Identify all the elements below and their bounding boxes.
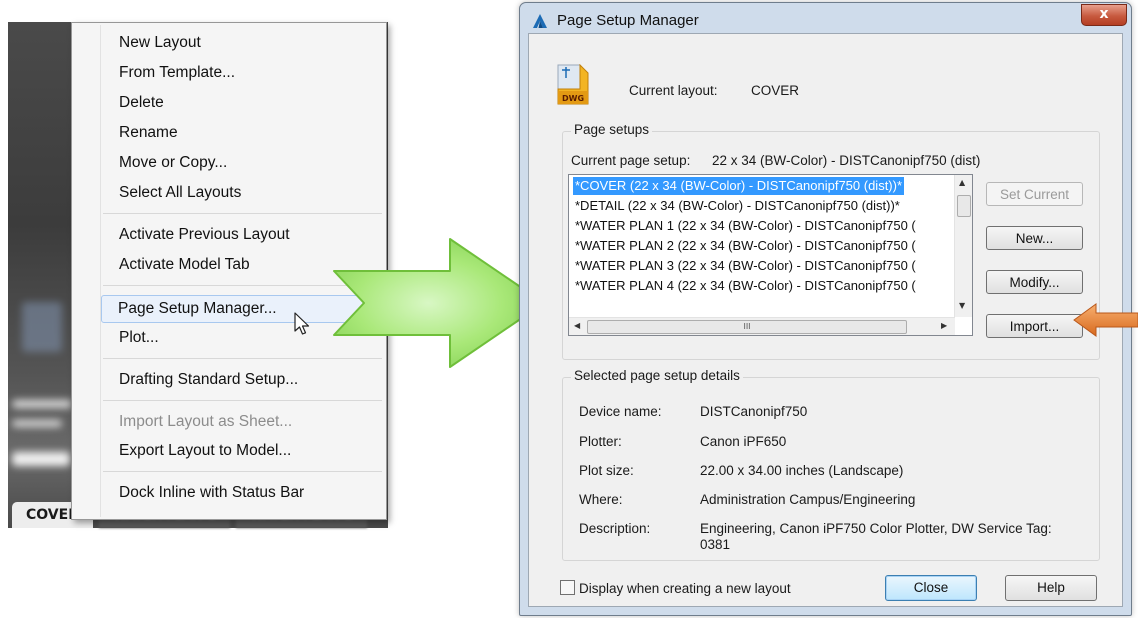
scroll-left-arrow-icon[interactable]: ◀ bbox=[574, 321, 580, 330]
page-setups-list[interactable]: *COVER (22 x 34 (BW-Color) - DISTCanonip… bbox=[568, 174, 973, 336]
current-layout-value: COVER bbox=[751, 83, 800, 98]
current-page-setup-value: 22 x 34 (BW-Color) - DISTCanonipf750 (di… bbox=[712, 153, 981, 168]
where-label: Where: bbox=[579, 492, 623, 507]
horizontal-scroll-thumb[interactable]: III bbox=[587, 320, 907, 334]
menu-item-delete[interactable]: Delete bbox=[103, 89, 382, 117]
transition-arrow-icon bbox=[333, 238, 545, 368]
set-current-button: Set Current bbox=[986, 182, 1083, 206]
page-setup-manager-dialog: Page Setup Manager x DWG Current layout:… bbox=[519, 2, 1132, 616]
dwg-icon-text: DWG bbox=[562, 94, 584, 103]
details-group-title: Selected page setup details bbox=[571, 368, 743, 383]
menu-separator bbox=[103, 471, 382, 472]
device-name-label: Device name: bbox=[579, 404, 662, 419]
menu-item-dock-inline-with-status-bar[interactable]: Dock Inline with Status Bar bbox=[103, 479, 382, 507]
plot-size-value: 22.00 x 34.00 inches (Landscape) bbox=[700, 463, 904, 478]
close-window-button[interactable]: x bbox=[1081, 4, 1127, 26]
vertical-scrollbar[interactable]: ▲ ▼ bbox=[954, 175, 972, 317]
description-value: Engineering, Canon iPF750 Color Plotter,… bbox=[700, 521, 1052, 552]
list-item[interactable]: *COVER (22 x 34 (BW-Color) - DISTCanonip… bbox=[571, 176, 906, 196]
display-on-new-layout-label[interactable]: Display when creating a new layout bbox=[579, 581, 791, 596]
list-item[interactable]: *WATER PLAN 3 (22 x 34 (BW-Color) - DIST… bbox=[573, 257, 918, 275]
dwg-file-icon: DWG bbox=[557, 64, 589, 105]
menu-item-rename[interactable]: Rename bbox=[103, 119, 382, 147]
horizontal-scrollbar[interactable]: ◀ III ▶ bbox=[569, 317, 955, 335]
list-item[interactable]: *DETAIL (22 x 34 (BW-Color) - DISTCanoni… bbox=[573, 197, 902, 215]
dialog-client-area: DWG Current layout: COVER Page setups Cu… bbox=[528, 33, 1123, 607]
menu-item-import-layout-as-sheet: Import Layout as Sheet... bbox=[119, 413, 293, 430]
display-on-new-layout-checkbox[interactable] bbox=[560, 580, 575, 595]
menu-item-from-template[interactable]: From Template... bbox=[103, 59, 382, 87]
list-item[interactable]: *WATER PLAN 1 (22 x 34 (BW-Color) - DIST… bbox=[573, 217, 918, 235]
menu-item-select-all-layouts[interactable]: Select All Layouts bbox=[103, 179, 382, 207]
menu-icon-gutter bbox=[100, 25, 101, 517]
vertical-scroll-thumb[interactable] bbox=[957, 195, 971, 217]
where-value: Administration Campus/Engineering bbox=[700, 492, 916, 507]
modify-button[interactable]: Modify... bbox=[986, 270, 1083, 294]
mouse-pointer-icon bbox=[294, 312, 310, 335]
close-button[interactable]: Close bbox=[885, 575, 977, 601]
highlight-pointer-arrow-icon bbox=[1073, 303, 1138, 337]
scroll-up-arrow-icon[interactable]: ▲ bbox=[959, 178, 965, 187]
list-item[interactable]: *WATER PLAN 2 (22 x 34 (BW-Color) - DIST… bbox=[573, 237, 918, 255]
dialog-title: Page Setup Manager bbox=[557, 12, 699, 29]
menu-item-export-layout-to-model[interactable]: Export Layout to Model... bbox=[103, 437, 382, 465]
plotter-label: Plotter: bbox=[579, 434, 622, 449]
device-name-value: DISTCanonipf750 bbox=[700, 404, 808, 419]
plot-size-label: Plot size: bbox=[579, 463, 634, 478]
autocad-logo-icon bbox=[533, 14, 547, 28]
current-page-setup-label: Current page setup: bbox=[571, 153, 691, 168]
help-button[interactable]: Help bbox=[1005, 575, 1097, 601]
description-label: Description: bbox=[579, 521, 651, 536]
list-item[interactable]: *WATER PLAN 4 (22 x 34 (BW-Color) - DIST… bbox=[573, 277, 918, 295]
page-setups-group-title: Page setups bbox=[571, 122, 653, 137]
menu-item-move-or-copy[interactable]: Move or Copy... bbox=[103, 149, 382, 177]
menu-item-new-layout[interactable]: New Layout bbox=[103, 29, 382, 57]
menu-separator bbox=[103, 213, 382, 214]
scroll-right-arrow-icon[interactable]: ▶ bbox=[941, 321, 947, 330]
scroll-down-arrow-icon[interactable]: ▼ bbox=[959, 301, 965, 310]
new-button[interactable]: New... bbox=[986, 226, 1083, 250]
current-layout-label: Current layout: bbox=[629, 83, 718, 98]
menu-separator bbox=[103, 400, 382, 401]
plotter-value: Canon iPF650 bbox=[700, 434, 787, 449]
import-button[interactable]: Import... bbox=[986, 314, 1083, 338]
